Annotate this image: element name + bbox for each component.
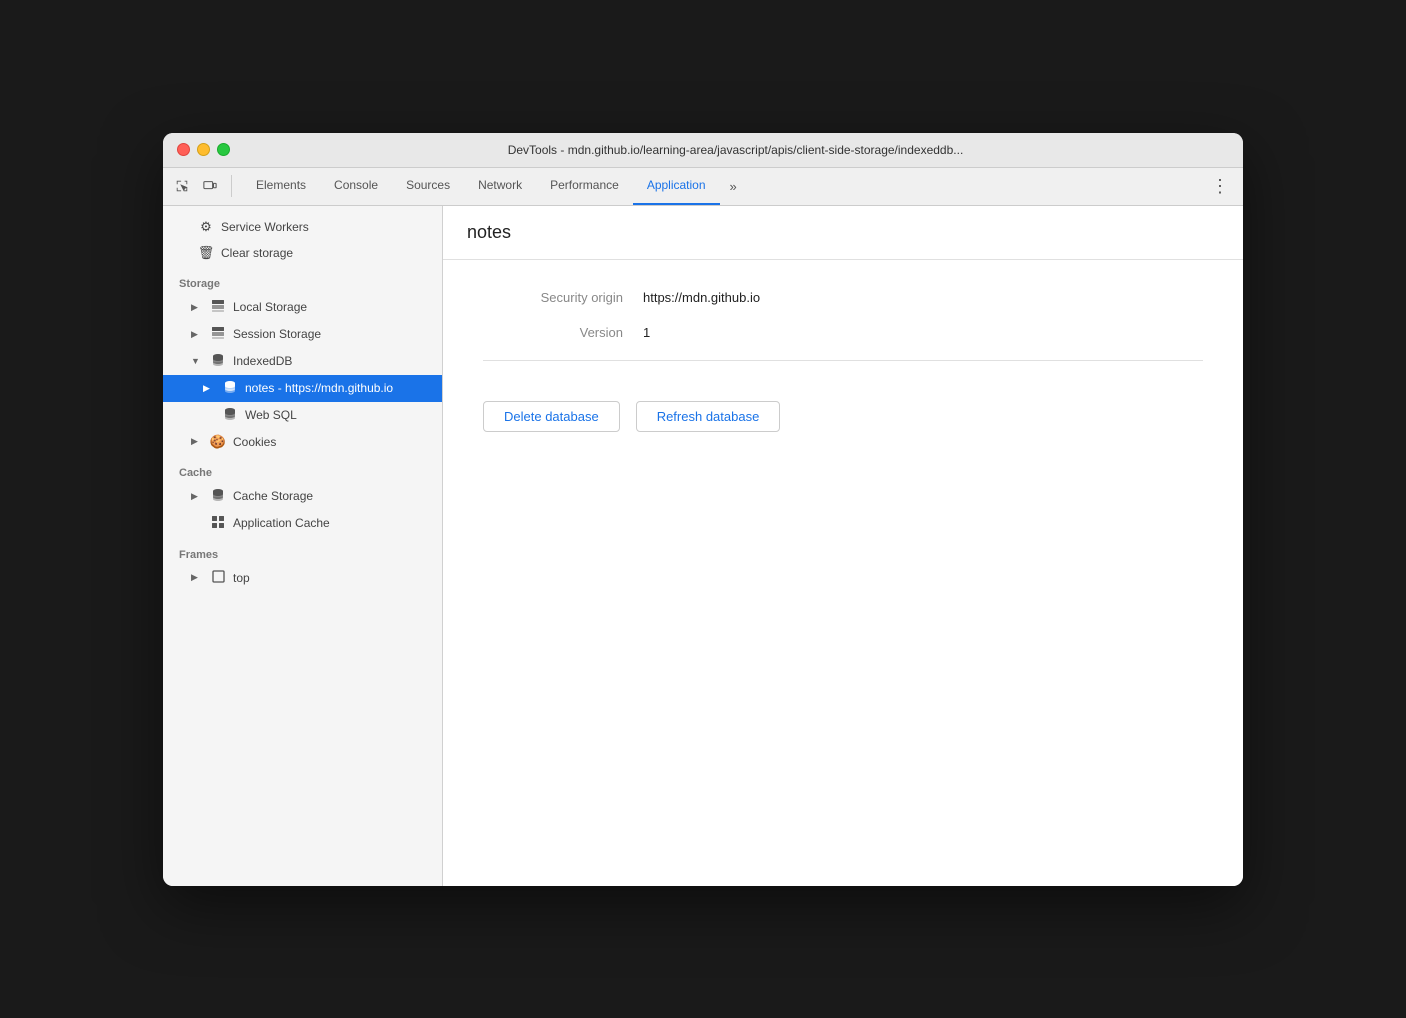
section-cache-label: Cache bbox=[163, 455, 442, 483]
traffic-lights bbox=[177, 143, 230, 156]
sidebar: ⚙ Service Workers 🗑 Clear storage Storag… bbox=[163, 206, 443, 886]
service-workers-icon: ⚙ bbox=[197, 219, 215, 235]
sidebar-item-clear-storage[interactable]: 🗑 Clear storage bbox=[163, 240, 442, 266]
minimize-button[interactable] bbox=[197, 143, 210, 156]
devtools-menu-button[interactable]: ⋮ bbox=[1205, 176, 1235, 197]
sidebar-item-session-storage[interactable]: ▶ Session Storage bbox=[163, 321, 442, 348]
sidebar-item-local-storage[interactable]: ▶ Local Storage bbox=[163, 294, 442, 321]
section-frames-label: Frames bbox=[163, 537, 442, 565]
close-button[interactable] bbox=[177, 143, 190, 156]
sidebar-item-cookies[interactable]: ▶ 🍪 Cookies bbox=[163, 429, 442, 455]
sidebar-label: Session Storage bbox=[233, 327, 321, 341]
app-cache-icon bbox=[209, 515, 227, 532]
session-storage-icon bbox=[209, 326, 227, 343]
sidebar-item-notes-db[interactable]: ▶ notes - https://mdn.github.io bbox=[163, 375, 442, 402]
tab-bar-icons bbox=[171, 175, 232, 197]
maximize-button[interactable] bbox=[217, 143, 230, 156]
sidebar-item-indexeddb[interactable]: ▼ IndexedDB bbox=[163, 348, 442, 375]
arrow-icon: ▶ bbox=[203, 383, 215, 394]
inspect-icon[interactable] bbox=[171, 175, 193, 197]
frame-icon bbox=[209, 570, 227, 586]
content-panel: notes Security origin https://mdn.github… bbox=[443, 206, 1243, 886]
notes-db-icon bbox=[221, 380, 239, 397]
clear-storage-icon: 🗑 bbox=[197, 245, 215, 261]
cookies-icon: 🍪 bbox=[209, 434, 227, 450]
sidebar-label: Clear storage bbox=[221, 246, 293, 260]
sidebar-item-top-frame[interactable]: ▶ top bbox=[163, 565, 442, 591]
delete-database-button[interactable]: Delete database bbox=[483, 401, 620, 432]
security-origin-label: Security origin bbox=[483, 290, 623, 305]
sidebar-label: top bbox=[233, 571, 250, 585]
sidebar-label: notes - https://mdn.github.io bbox=[245, 381, 393, 395]
web-sql-icon bbox=[221, 407, 239, 424]
sidebar-label: Application Cache bbox=[233, 516, 330, 530]
tab-performance[interactable]: Performance bbox=[536, 167, 633, 205]
security-origin-row: Security origin https://mdn.github.io bbox=[483, 290, 1203, 305]
main-area: ⚙ Service Workers 🗑 Clear storage Storag… bbox=[163, 206, 1243, 886]
arrow-icon: ▶ bbox=[191, 491, 203, 502]
sidebar-item-web-sql[interactable]: Web SQL bbox=[163, 402, 442, 429]
section-storage-label: Storage bbox=[163, 266, 442, 294]
arrow-icon: ▼ bbox=[191, 356, 203, 366]
indexeddb-icon bbox=[209, 353, 227, 370]
sidebar-label: Cache Storage bbox=[233, 489, 313, 503]
security-origin-value: https://mdn.github.io bbox=[643, 290, 760, 305]
version-row: Version 1 bbox=[483, 325, 1203, 340]
arrow-icon: ▶ bbox=[191, 329, 203, 340]
refresh-database-button[interactable]: Refresh database bbox=[636, 401, 781, 432]
device-icon[interactable] bbox=[199, 175, 221, 197]
sidebar-item-service-workers[interactable]: ⚙ Service Workers bbox=[163, 214, 442, 240]
sidebar-label: Web SQL bbox=[245, 408, 297, 422]
tab-bar: Elements Console Sources Network Perform… bbox=[163, 168, 1243, 206]
sidebar-label: Service Workers bbox=[221, 220, 309, 234]
arrow-icon: ▶ bbox=[191, 572, 203, 583]
title-bar: DevTools - mdn.github.io/learning-area/j… bbox=[163, 133, 1243, 168]
sidebar-label: IndexedDB bbox=[233, 354, 292, 368]
tab-elements[interactable]: Elements bbox=[242, 167, 320, 205]
content-title: notes bbox=[443, 206, 1243, 260]
action-buttons: Delete database Refresh database bbox=[483, 381, 1203, 452]
local-storage-icon bbox=[209, 299, 227, 316]
content-body: Security origin https://mdn.github.io Ve… bbox=[443, 260, 1243, 482]
version-value: 1 bbox=[643, 325, 650, 340]
version-label: Version bbox=[483, 325, 623, 340]
tab-application[interactable]: Application bbox=[633, 167, 720, 205]
tab-sources[interactable]: Sources bbox=[392, 167, 464, 205]
arrow-icon: ▶ bbox=[191, 436, 203, 447]
devtools-window: DevTools - mdn.github.io/learning-area/j… bbox=[163, 133, 1243, 886]
tab-console[interactable]: Console bbox=[320, 167, 392, 205]
sidebar-item-cache-storage[interactable]: ▶ Cache Storage bbox=[163, 483, 442, 510]
sidebar-item-app-cache[interactable]: Application Cache bbox=[163, 510, 442, 537]
sidebar-label: Local Storage bbox=[233, 300, 307, 314]
sidebar-label: Cookies bbox=[233, 435, 276, 449]
tab-overflow-button[interactable]: » bbox=[724, 175, 743, 198]
divider bbox=[483, 360, 1203, 361]
arrow-icon: ▶ bbox=[191, 302, 203, 313]
cache-storage-icon bbox=[209, 488, 227, 505]
tab-network[interactable]: Network bbox=[464, 167, 536, 205]
window-title: DevTools - mdn.github.io/learning-area/j… bbox=[242, 143, 1229, 157]
